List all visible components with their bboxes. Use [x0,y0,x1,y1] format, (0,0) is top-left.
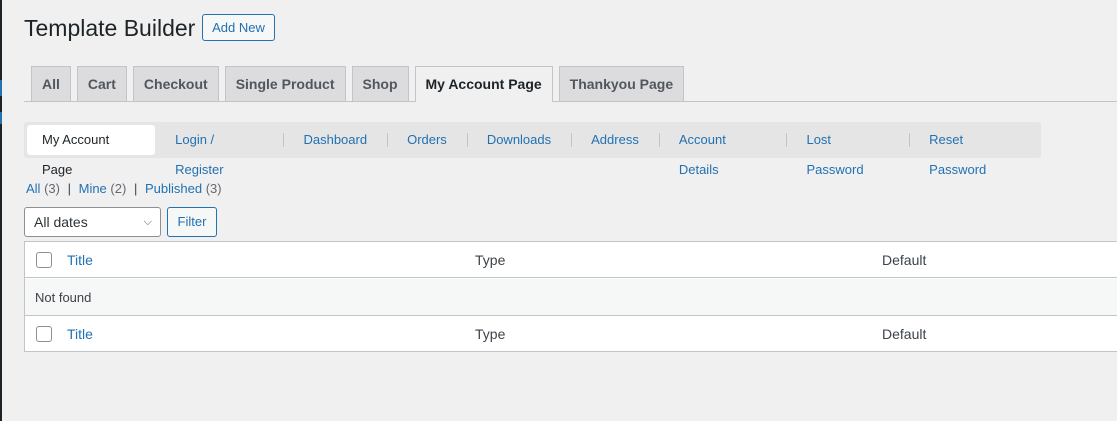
empty-message: Not found [35,290,92,305]
admin-sidebar-active-marker [0,80,2,96]
table-empty-row: Not found [25,279,1117,315]
subnav-account-details[interactable]: Account Details [658,125,787,177]
subnav-my-account-page[interactable]: My Account Page [27,125,156,177]
view-mine-count: (2) [110,181,127,196]
view-all-link[interactable]: All [26,181,40,196]
date-filter-value: All dates [34,214,88,230]
subnav-address[interactable]: Address [571,125,659,155]
column-type-header: Type [475,252,506,268]
view-all-count: (3) [44,181,60,196]
chevron-down-icon: ⌵ [143,216,152,228]
select-all-checkbox-footer[interactable] [36,326,52,342]
subnav-reset-password[interactable]: Reset Password [909,125,1041,177]
tab-thankyou-page[interactable]: Thankyou Page [558,66,685,101]
view-separator: | [67,181,71,196]
subnav-login-register[interactable]: Login / Register [155,125,283,177]
tab-single-product[interactable]: Single Product [224,66,346,101]
subnav-dashboard[interactable]: Dashboard [283,125,387,155]
templates-table: Title Type Default Not found Title Type … [24,241,1117,352]
tab-all[interactable]: All [31,66,71,101]
table-footer-row: Title Type Default [25,315,1117,351]
column-title-footer[interactable]: Title [67,326,93,342]
view-published-count: (3) [205,181,222,196]
tab-cart[interactable]: Cart [76,66,127,101]
admin-sidebar-edge [0,0,2,421]
admin-sidebar-active-marker-secondary [0,112,2,124]
column-title-header[interactable]: Title [67,252,93,268]
column-type-footer: Type [475,326,506,342]
tab-shop[interactable]: Shop [351,66,409,101]
subnav-downloads[interactable]: Downloads [466,125,571,155]
view-mine-link[interactable]: Mine [79,181,107,196]
page-title: Template Builder [24,15,196,41]
status-views: All (3) | Mine (2) | Published (3) [26,181,222,197]
subnav-orders[interactable]: Orders [387,125,467,155]
view-published-link[interactable]: Published [145,181,202,196]
subnav-lost-password[interactable]: Lost Password [786,125,909,177]
date-filter-select[interactable]: All dates ⌵ [24,207,161,237]
tab-my-account-page[interactable]: My Account Page [414,66,553,102]
column-default-footer: Default [882,326,927,342]
select-all-checkbox[interactable] [36,252,52,268]
add-new-button[interactable]: Add New [202,14,275,41]
template-type-tabs: All Cart Checkout Single Product Shop My… [31,66,690,102]
tab-checkout[interactable]: Checkout [132,66,219,101]
column-default-header: Default [882,252,927,268]
table-header-row: Title Type Default [25,242,1117,278]
my-account-subnav: My Account Page Login / Register Dashboa… [24,122,1041,177]
filter-button[interactable]: Filter [167,207,217,237]
view-separator: | [133,181,138,196]
